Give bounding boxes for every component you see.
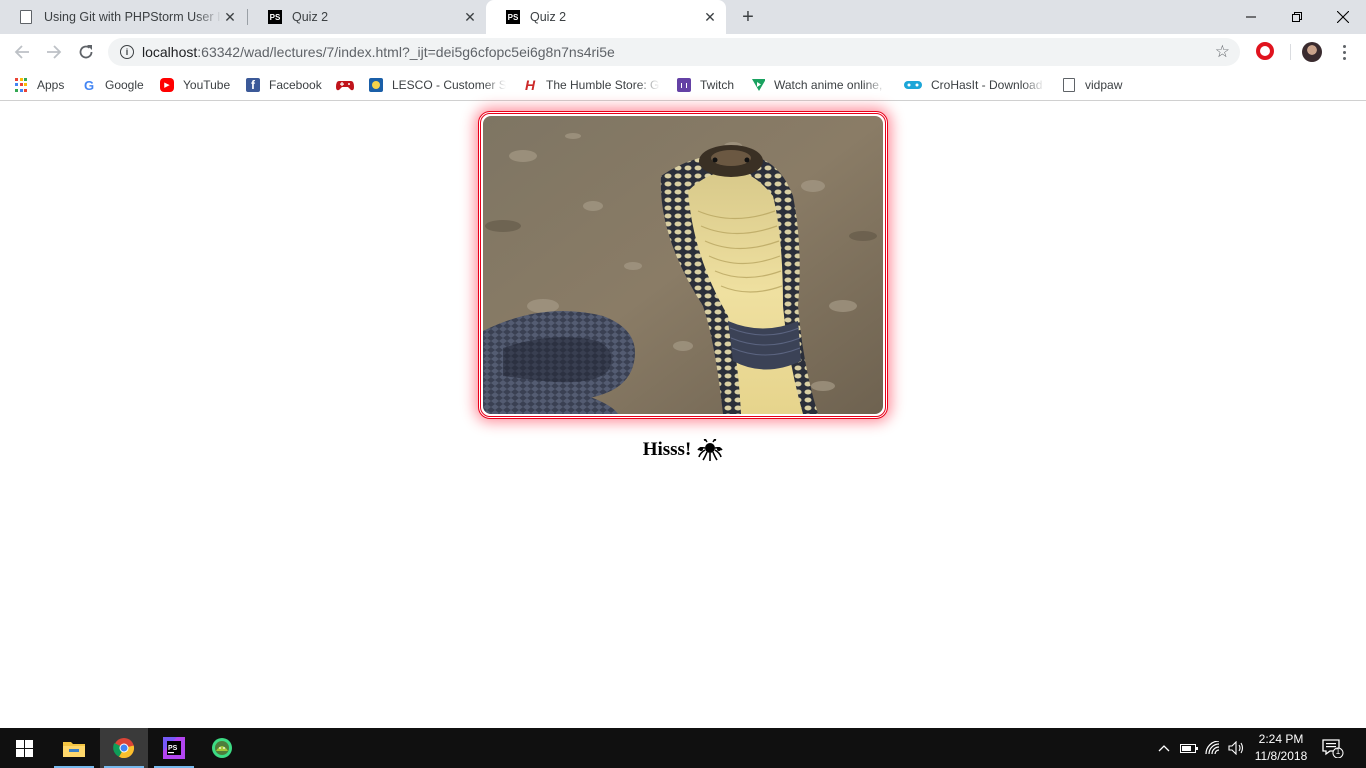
tab-quiz-2[interactable]: PS Quiz 2 ✕ xyxy=(248,0,486,34)
tab-title: Quiz 2 xyxy=(292,10,329,24)
notification-count: 1 xyxy=(1335,747,1341,756)
battery-icon xyxy=(1180,743,1198,753)
bookmark-vidpaw[interactable]: vidpaw xyxy=(1062,76,1122,94)
wifi-icon xyxy=(1205,741,1220,755)
volume-button[interactable] xyxy=(1226,728,1248,768)
apps-grid-icon xyxy=(14,78,28,92)
phpstorm-icon: PS xyxy=(268,10,282,24)
taskbar-android-studio[interactable] xyxy=(198,728,246,768)
cobra-image-frame xyxy=(478,111,888,419)
caption-text: Hisss! xyxy=(642,439,692,460)
bookmark-label: The Humble Store: G xyxy=(546,78,660,92)
gamepad-icon xyxy=(336,78,354,92)
wifi-button[interactable] xyxy=(1202,728,1224,768)
back-arrow-icon xyxy=(14,45,29,59)
google-icon: G xyxy=(83,77,95,93)
bookmark-label: Facebook xyxy=(269,78,322,92)
bookmark-star-icon[interactable]: ☆ xyxy=(1215,42,1230,62)
chrome-icon xyxy=(113,738,135,759)
facebook-icon: f xyxy=(246,78,260,92)
bookmark-humble[interactable]: H The Humble Store: G xyxy=(523,76,660,94)
taskbar-file-explorer[interactable] xyxy=(50,728,98,768)
android-studio-icon xyxy=(212,738,232,758)
reload-button[interactable] xyxy=(72,38,100,66)
minimize-button[interactable] xyxy=(1228,0,1274,34)
crohasit-icon xyxy=(904,78,922,92)
bookmark-apps[interactable]: Apps xyxy=(14,76,64,94)
tab-quiz-2-active[interactable]: PS Quiz 2 ✕ xyxy=(486,0,726,34)
windows-taskbar: PS 2:24 PM 11/8/2018 1 xyxy=(0,728,1366,768)
tab-title: Quiz 2 xyxy=(530,10,567,24)
bookmark-anime[interactable]: Watch anime online, xyxy=(751,76,886,94)
minimize-icon xyxy=(1246,16,1256,18)
bookmark-google[interactable]: G Google xyxy=(82,76,144,94)
close-icon xyxy=(1337,11,1349,23)
restore-button[interactable] xyxy=(1274,0,1320,34)
lesco-icon xyxy=(369,78,383,92)
bookmark-label: Twitch xyxy=(700,78,735,92)
anime-icon xyxy=(751,78,765,92)
url-text: localhost:63342/wad/lectures/7/index.htm… xyxy=(142,44,615,60)
svg-text:PS: PS xyxy=(168,745,178,752)
clock-date: 11/8/2018 xyxy=(1254,749,1308,763)
tab-title: Using Git with PHPStorm User Int xyxy=(44,10,222,24)
humble-icon: H xyxy=(524,77,536,93)
bookmark-crohasit[interactable]: CroHasIt - Download xyxy=(904,76,1045,94)
bookmark-facebook[interactable]: f Facebook xyxy=(246,76,322,94)
close-icon[interactable]: ✕ xyxy=(222,9,238,25)
back-button[interactable] xyxy=(8,38,36,66)
info-icon[interactable]: i xyxy=(120,45,134,59)
document-icon xyxy=(20,10,34,24)
bookmark-label: LESCO - Customer Se xyxy=(392,78,506,92)
bookmark-twitch[interactable]: Twitch xyxy=(677,76,734,94)
action-center-button[interactable]: 1 xyxy=(1322,738,1344,759)
bookmark-label: YouTube xyxy=(183,78,231,92)
windows-start-icon xyxy=(15,739,33,757)
bookmark-gamepad[interactable] xyxy=(336,76,363,94)
tab-using-git[interactable]: Using Git with PHPStorm User Int ✕ xyxy=(0,0,246,34)
menu-icon[interactable] xyxy=(1336,40,1352,64)
bookmark-label: Google xyxy=(105,78,144,92)
reload-icon xyxy=(79,45,93,59)
flying-spaghetti-monster-icon xyxy=(697,439,723,461)
youtube-icon: ▶ xyxy=(160,78,174,92)
close-window-button[interactable] xyxy=(1320,0,1366,34)
tab-strip: Using Git with PHPStorm User Int ✕ PS Qu… xyxy=(0,0,1366,34)
file-explorer-icon xyxy=(63,742,85,757)
forward-button[interactable] xyxy=(40,38,68,66)
profile-avatar[interactable] xyxy=(1302,42,1322,62)
taskbar-chrome[interactable] xyxy=(100,728,148,768)
taskbar-phpstorm[interactable]: PS xyxy=(150,728,198,768)
tray-expand-button[interactable] xyxy=(1154,728,1174,768)
chevron-up-icon xyxy=(1158,745,1170,752)
phpstorm-icon: PS xyxy=(163,737,185,759)
taskbar-clock[interactable]: 2:24 PM 11/8/2018 xyxy=(1246,731,1316,765)
new-tab-button[interactable]: + xyxy=(738,6,758,28)
bookmark-label: vidpaw xyxy=(1085,78,1123,92)
cobra-image xyxy=(483,116,883,414)
bookmark-label: Watch anime online, xyxy=(774,78,883,92)
bookmark-label: Apps xyxy=(37,78,65,92)
restore-icon xyxy=(1292,12,1302,22)
bookmarks-bar: Apps G Google ▶ YouTube f Facebook LESCO… xyxy=(0,70,1366,101)
browser-toolbar: i localhost:63342/wad/lectures/7/index.h… xyxy=(0,34,1366,70)
address-bar[interactable]: i localhost:63342/wad/lectures/7/index.h… xyxy=(108,38,1240,66)
bookmark-youtube[interactable]: ▶ YouTube xyxy=(160,76,230,94)
opera-icon[interactable] xyxy=(1256,42,1274,60)
speaker-icon xyxy=(1228,741,1244,755)
battery-button[interactable] xyxy=(1178,728,1200,768)
start-button[interactable] xyxy=(0,728,48,768)
twitch-icon xyxy=(677,78,691,92)
clock-time: 2:24 PM xyxy=(1258,732,1304,746)
bookmark-label: CroHasIt - Download xyxy=(931,78,1043,92)
close-icon[interactable]: ✕ xyxy=(702,9,718,25)
caption: Hisss! xyxy=(0,439,1366,461)
bookmark-lesco[interactable]: LESCO - Customer Se xyxy=(369,76,506,94)
document-icon xyxy=(1062,78,1076,92)
toolbar-separator xyxy=(1290,44,1291,60)
close-icon[interactable]: ✕ xyxy=(462,9,478,25)
forward-arrow-icon xyxy=(47,45,62,59)
phpstorm-icon: PS xyxy=(506,10,520,24)
page-content: Hisss! xyxy=(0,102,1366,728)
